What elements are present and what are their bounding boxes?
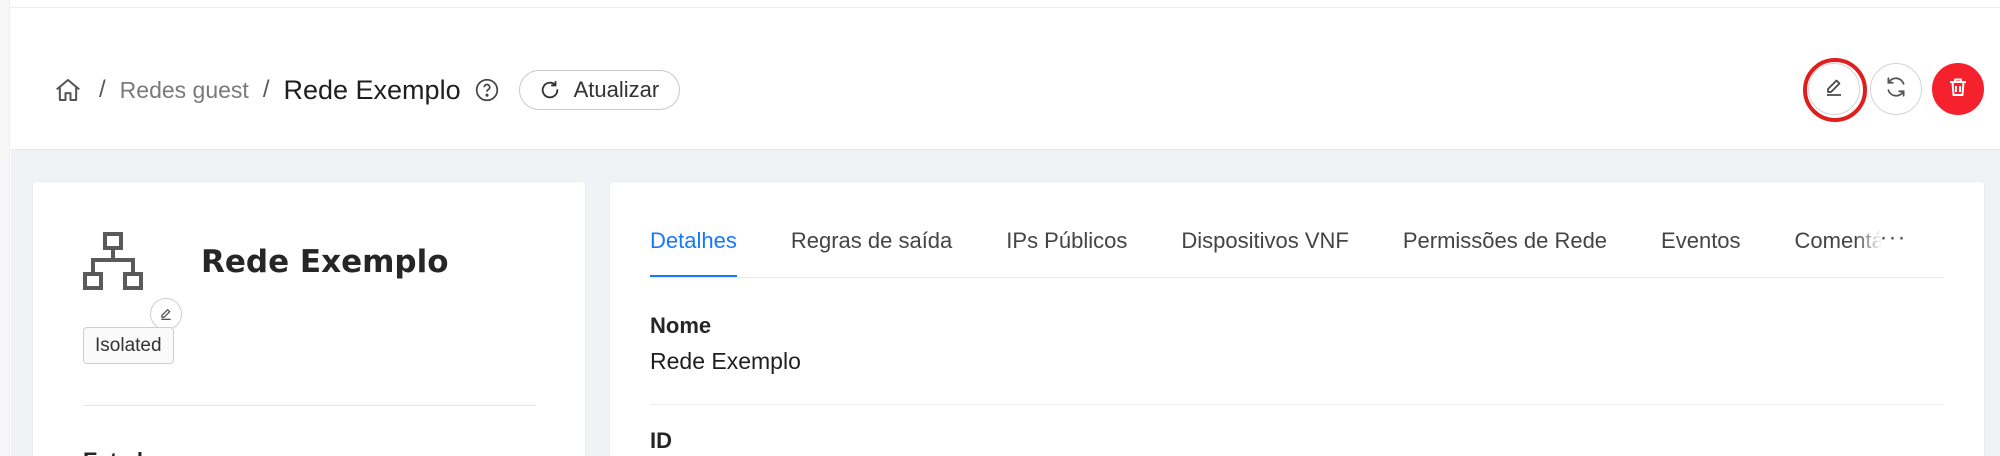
top-strip: [0, 0, 2000, 8]
details-card: Detalhes Regras de saída IPs Públicos Di…: [609, 181, 1985, 456]
tab-permissoes-de-rede[interactable]: Permissões de Rede: [1403, 224, 1607, 278]
more-tabs-button[interactable]: ···: [1865, 218, 1921, 258]
network-icon: [81, 230, 145, 294]
resource-summary-card: Rede Exemplo Isolated Estado: [32, 181, 586, 456]
breadcrumb-parent-link[interactable]: Redes guest: [120, 77, 249, 104]
sync-button[interactable]: [1870, 63, 1922, 115]
card-divider: [83, 405, 536, 406]
tab-ips-publicos[interactable]: IPs Públicos: [1006, 224, 1127, 278]
field-divider: [650, 404, 1944, 405]
delete-button[interactable]: [1932, 63, 1984, 115]
section-label: Estado: [83, 448, 156, 456]
action-buttons: [1803, 58, 1984, 122]
tab-dispositivos-vnf[interactable]: Dispositivos VNF: [1181, 224, 1348, 278]
tab-bar: Detalhes Regras de saída IPs Públicos Di…: [650, 224, 1973, 278]
name-value: Rede Exemplo: [650, 348, 801, 374]
home-icon[interactable]: [51, 73, 85, 107]
page-header: / Redes guest / Rede Exemplo Atualizar: [11, 9, 2000, 150]
breadcrumb-separator: /: [99, 76, 106, 103]
edit-icon: [1822, 75, 1846, 104]
id-label: ID: [650, 428, 672, 453]
left-gutter: [0, 0, 10, 456]
tabs-divider: [650, 277, 1944, 278]
help-icon[interactable]: [473, 76, 501, 104]
breadcrumb-current: Rede Exemplo: [283, 74, 461, 105]
tab-detalhes[interactable]: Detalhes: [650, 224, 737, 278]
refresh-icon: [1883, 74, 1909, 105]
trash-icon: [1946, 75, 1970, 104]
resource-title: Rede Exemplo: [201, 244, 449, 280]
edit-icon[interactable]: [150, 298, 182, 330]
reload-icon: [538, 78, 562, 102]
edit-button[interactable]: [1803, 58, 1867, 122]
tab-eventos[interactable]: Eventos: [1661, 224, 1741, 278]
tab-regras-de-saida[interactable]: Regras de saída: [791, 224, 952, 278]
name-label: Nome: [650, 313, 712, 338]
breadcrumb-separator: /: [262, 76, 270, 103]
breadcrumb: / Redes guest / Rede Exemplo Atualizar: [51, 65, 681, 115]
refresh-button[interactable]: Atualizar: [518, 70, 681, 110]
refresh-button-label: Atualizar: [573, 77, 660, 102]
type-tag: Isolated: [83, 327, 174, 364]
